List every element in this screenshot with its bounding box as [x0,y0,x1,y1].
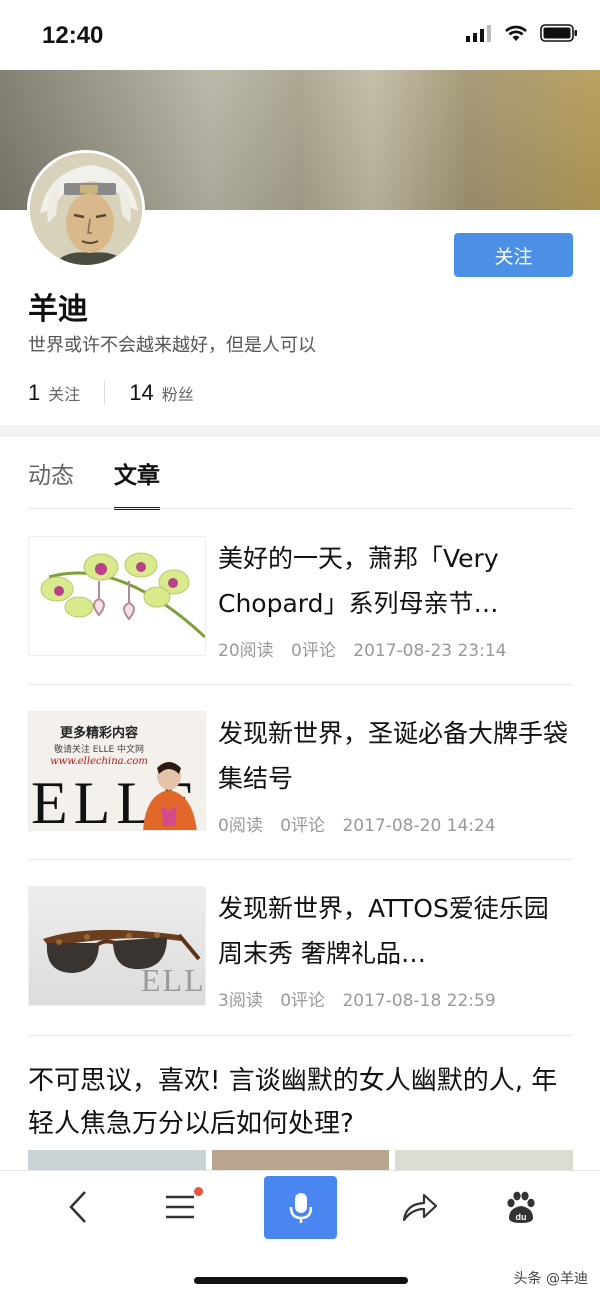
profile-stats: 1 关注 14 粉丝 [28,380,194,406]
share-icon [402,1193,438,1222]
baidu-paw-icon: du [507,1191,535,1223]
article-title[interactable]: 美好的一天，萧邦「Very Chopard」系列母亲节… [218,536,573,626]
article-thumbnail: 更多精彩内容 敬请关注 ELLE 中文网 www.ellechina.com E… [28,711,206,831]
status-bar: 12:40 [0,0,600,70]
row-divider [28,859,573,860]
following-label: 关注 [48,385,81,404]
article-thumbnail: ELLE [28,886,206,1006]
article-meta: 0阅读 0评论 2017-08-20 14:24 [218,811,508,836]
article-date: 2017-08-18 22:59 [342,991,496,1011]
article-comments: 0评论 [280,991,326,1011]
profile-bio: 世界或许不会越来越好，但是人可以 [28,335,316,356]
back-button[interactable] [50,1171,106,1243]
followers-count: 14 [129,380,154,405]
tab-updates[interactable]: 动态 [28,456,74,506]
share-button[interactable] [392,1171,448,1243]
baidu-label: du [516,1212,527,1222]
profile-name: 羊迪 [28,292,88,327]
article-reads: 20阅读 [218,641,274,661]
article-item[interactable]: ELLE 发现新世界，ATTOS爱徒乐园周末秀 奢牌礼品… 3阅读 0评论 20… [28,886,573,1036]
tab-articles[interactable]: 文章 [114,456,160,510]
notification-dot [194,1187,203,1196]
battery-icon [540,24,577,42]
article-thumbnail [28,536,206,656]
followers-label: 粉丝 [161,385,194,404]
article-image-thumb [28,1150,206,1172]
following-stat[interactable]: 1 关注 [28,380,80,406]
article-date: 2017-08-23 23:14 [353,641,507,661]
article-title[interactable]: 发现新世界，ATTOS爱徒乐园周末秀 奢牌礼品… [218,886,573,976]
elle-watermark: ELLE [141,962,206,998]
section-divider [0,425,600,437]
row-divider [28,1035,573,1036]
signal-icon [466,25,491,42]
article-reads: 3阅读 [218,991,263,1011]
orchid-earrings-image [29,537,205,655]
article-item[interactable]: 更多精彩内容 敬请关注 ELLE 中文网 www.ellechina.com E… [28,711,573,861]
article-date: 2017-08-20 14:24 [342,816,496,836]
article-image-strip[interactable] [28,1150,574,1172]
tabs-divider [28,508,573,509]
mic-icon [289,1192,312,1223]
avatar-portrait-image [30,153,142,265]
avatar[interactable] [27,150,145,268]
article-image-thumb [211,1150,390,1172]
article-item[interactable]: 美好的一天，萧邦「Very Chopard」系列母亲节… 20阅读 0评论 20… [28,536,573,686]
article-reads: 0阅读 [218,816,263,836]
article-meta: 3阅读 0评论 2017-08-18 22:59 [218,986,508,1011]
row-divider [28,684,573,685]
followers-stat[interactable]: 14 粉丝 [129,380,194,406]
article-comments: 0评论 [280,816,326,836]
thumbnail-subcaption: 敬请关注 ELLE 中文网 [53,745,145,755]
back-icon [69,1191,86,1223]
article-title[interactable]: 发现新世界，圣诞必备大牌手袋集结号 [218,711,573,801]
article-image-thumb [395,1150,574,1172]
bottom-toolbar: du [0,1170,600,1250]
baidu-button[interactable]: du [492,1171,548,1243]
model-photo-image [143,762,197,830]
stats-divider [104,381,106,405]
content-tabs: 动态 文章 [28,456,160,510]
wifi-icon [505,25,527,41]
article-title[interactable]: 不可思议，喜欢! 言谈幽默的女人幽默的人, 年轻人焦急万分以后如何处理? [28,1060,573,1146]
status-time: 12:40 [42,22,104,49]
follow-button[interactable]: 关注 [454,233,573,277]
voice-search-button[interactable] [264,1176,337,1239]
watermark-text: 头条 @羊迪 [513,1271,588,1287]
thumbnail-caption: 更多精彩内容 [59,726,138,741]
article-meta: 20阅读 0评论 2017-08-23 23:14 [218,636,518,661]
menu-icon [166,1195,194,1219]
article-comments: 0评论 [291,641,336,661]
menu-button[interactable] [152,1171,208,1243]
following-count: 1 [28,380,41,405]
home-indicator[interactable] [194,1277,408,1284]
status-icons [466,24,578,42]
